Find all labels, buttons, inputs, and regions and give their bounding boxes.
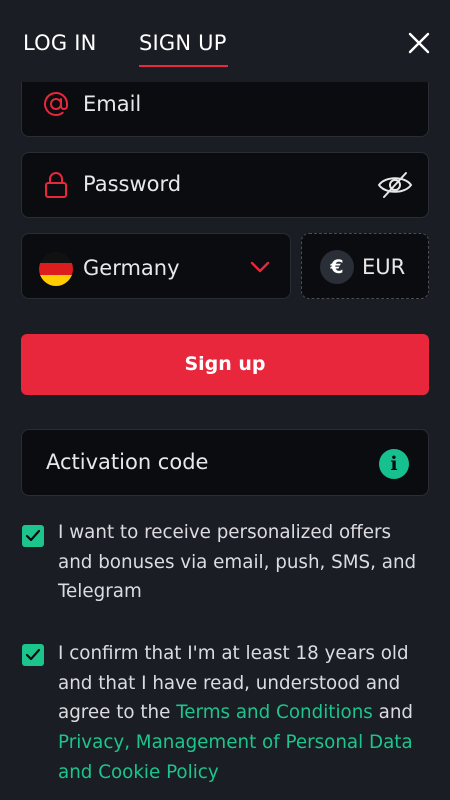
- lock-icon: [45, 172, 67, 198]
- germany-flag-icon: [39, 252, 73, 286]
- password-field[interactable]: Password: [21, 152, 429, 218]
- offers-consent-text: I want to receive personalized offers an…: [58, 522, 417, 603]
- close-icon[interactable]: [404, 28, 434, 58]
- password-placeholder: Password: [83, 172, 182, 196]
- currency-select[interactable]: € EUR: [301, 233, 429, 299]
- offers-checkbox[interactable]: [22, 525, 44, 547]
- country-select[interactable]: Germany: [21, 233, 291, 299]
- email-placeholder: Email: [83, 92, 142, 116]
- consent-text-and: and: [372, 702, 414, 724]
- active-tab-indicator: [139, 65, 228, 67]
- euro-icon: €: [320, 250, 354, 284]
- chevron-down-icon[interactable]: [249, 260, 271, 274]
- signup-screen: Email LOG IN SIGN UP Password Germany €: [0, 0, 450, 800]
- age-terms-consent-text: I confirm that I'm at least 18 years old…: [58, 639, 430, 788]
- tab-login[interactable]: LOG IN: [23, 31, 97, 55]
- eye-off-icon[interactable]: [376, 170, 414, 200]
- tab-signup[interactable]: SIGN UP: [139, 31, 227, 55]
- activation-code-placeholder: Activation code: [46, 450, 209, 474]
- checkmark-icon: [25, 529, 41, 542]
- privacy-policy-link[interactable]: Privacy, Management of Personal Data and…: [58, 732, 413, 783]
- info-icon[interactable]: i: [379, 449, 409, 479]
- age-terms-checkbox[interactable]: [22, 644, 44, 666]
- at-sign-icon: [44, 92, 68, 116]
- checkmark-icon: [25, 648, 41, 661]
- auth-header: LOG IN SIGN UP: [0, 0, 450, 82]
- sign-up-button[interactable]: Sign up: [21, 334, 429, 395]
- activation-code-field[interactable]: Activation code i: [21, 429, 429, 496]
- currency-value: EUR: [362, 255, 406, 279]
- terms-link[interactable]: Terms and Conditions: [176, 702, 373, 723]
- country-value: Germany: [83, 256, 180, 280]
